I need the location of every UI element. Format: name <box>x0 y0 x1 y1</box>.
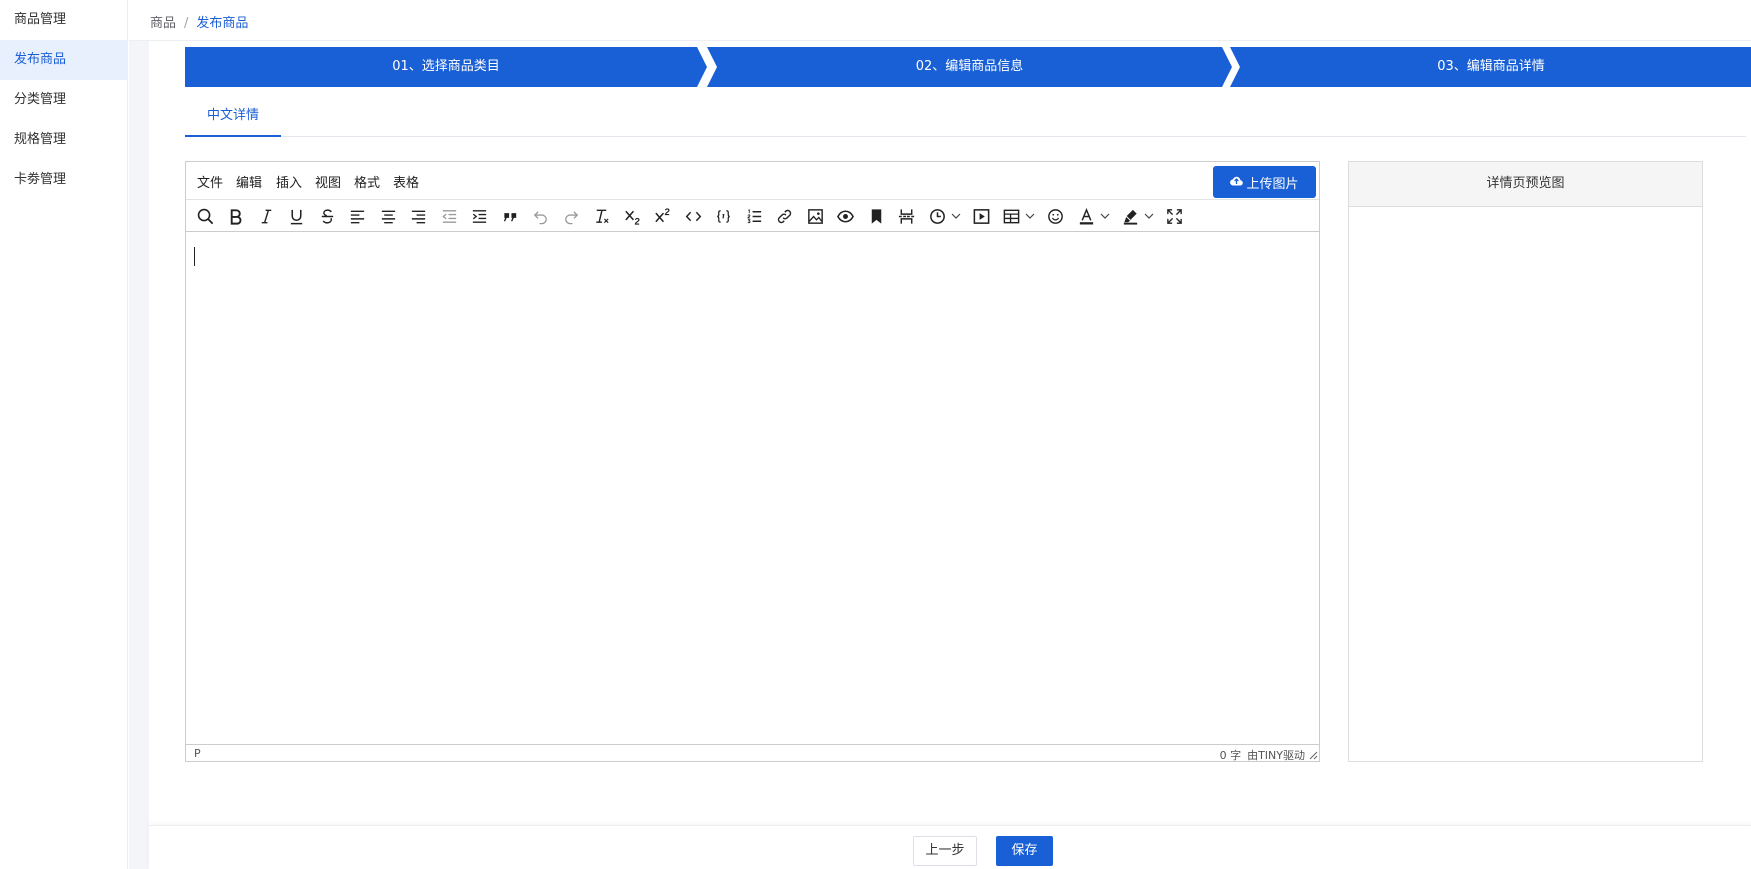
underline-icon[interactable] <box>283 204 309 228</box>
upload-image-button[interactable]: 上传图片 <box>1213 166 1316 198</box>
align-right-icon[interactable] <box>405 204 431 228</box>
chevron-down-icon[interactable] <box>1024 204 1036 228</box>
footer-actions: 上一步 保存 <box>149 825 1751 869</box>
align-left-icon[interactable] <box>344 204 370 228</box>
rich-text-editor: 文件 编辑 插入 视图 格式 表格 上传图片 P 0 字 由TINY驱动 <box>185 161 1320 762</box>
code-sample-icon[interactable] <box>710 204 736 228</box>
breadcrumb-parent[interactable]: 商品 <box>150 16 176 31</box>
link-icon[interactable] <box>771 204 797 228</box>
step-2: 02、编辑商品信息 <box>707 47 1232 87</box>
strikethrough-icon[interactable] <box>314 204 340 228</box>
cloud-upload-icon <box>1230 175 1244 190</box>
editor-content-area[interactable] <box>186 232 1319 735</box>
sidebar-item-coupon-management[interactable]: 卡劵管理 <box>0 160 127 200</box>
resize-handle-icon[interactable] <box>1308 750 1318 760</box>
chevron-down-icon[interactable] <box>1143 204 1155 228</box>
preview-title: 详情页预览图 <box>1349 162 1702 207</box>
sidebar-item-publish-product[interactable]: 发布商品 <box>0 40 127 80</box>
preview-icon[interactable] <box>832 204 858 228</box>
breadcrumb-separator: / <box>184 16 189 31</box>
sidebar: 商品管理 发布商品 分类管理 规格管理 卡劵管理 <box>0 0 128 869</box>
powered-by-link[interactable]: 由TINY驱动 <box>1247 749 1305 762</box>
page-break-icon[interactable] <box>893 204 919 228</box>
sidebar-item-category-management[interactable]: 分类管理 <box>0 80 127 120</box>
blockquote-icon[interactable] <box>497 204 523 228</box>
editor-statusbar: P 0 字由TINY驱动 <box>186 744 1319 762</box>
fullscreen-icon[interactable] <box>1161 204 1187 228</box>
emoticons-icon[interactable] <box>1042 204 1068 228</box>
code-icon[interactable] <box>680 204 706 228</box>
clock-datetime-icon[interactable] <box>924 204 950 228</box>
breadcrumb-current: 发布商品 <box>196 16 249 31</box>
step-1: 01、选择商品类目 <box>185 47 707 87</box>
previous-step-button[interactable]: 上一步 <box>913 836 977 866</box>
image-icon[interactable] <box>802 204 828 228</box>
editor-toolbar <box>186 199 1319 232</box>
menu-edit[interactable]: 编辑 <box>236 172 262 191</box>
remove-format-icon[interactable] <box>588 204 614 228</box>
numbered-list-icon[interactable] <box>741 204 767 228</box>
chevron-down-icon[interactable] <box>950 204 962 228</box>
detail-tabs: 中文详情 <box>185 99 1746 137</box>
step-indicator: 01、选择商品类目 02、编辑商品信息 03、编辑商品详情 <box>185 47 1751 87</box>
redo-icon[interactable] <box>558 204 584 228</box>
indent-icon[interactable] <box>466 204 492 228</box>
menu-file[interactable]: 文件 <box>197 172 223 191</box>
undo-icon[interactable] <box>527 204 553 228</box>
highlight-color-icon[interactable] <box>1117 204 1143 228</box>
detail-preview-panel: 详情页预览图 <box>1348 161 1703 762</box>
text-color-icon[interactable] <box>1073 204 1099 228</box>
step-3: 03、编辑商品详情 <box>1230 47 1751 87</box>
sidebar-item-product-management[interactable]: 商品管理 <box>0 0 127 40</box>
word-count[interactable]: 0 字 <box>1220 749 1242 762</box>
align-center-icon[interactable] <box>375 204 401 228</box>
sidebar-item-spec-management[interactable]: 规格管理 <box>0 120 127 160</box>
superscript-icon[interactable] <box>649 204 675 228</box>
media-icon[interactable] <box>968 204 994 228</box>
anchor-bookmark-icon[interactable] <box>863 204 889 228</box>
search-replace-icon[interactable] <box>192 204 218 228</box>
italic-icon[interactable] <box>253 204 279 228</box>
text-caret <box>194 247 195 266</box>
menu-format[interactable]: 格式 <box>354 172 380 191</box>
menu-view[interactable]: 视图 <box>315 172 341 191</box>
menu-table[interactable]: 表格 <box>393 172 419 191</box>
upload-image-label: 上传图片 <box>1246 176 1299 192</box>
layout-gutter <box>129 0 149 869</box>
tab-chinese-detail[interactable]: 中文详情 <box>185 99 281 137</box>
element-path[interactable]: P <box>194 747 201 760</box>
menu-insert[interactable]: 插入 <box>276 172 302 191</box>
subscript-icon[interactable] <box>619 204 645 228</box>
chevron-down-icon[interactable] <box>1099 204 1111 228</box>
editor-menubar: 文件 编辑 插入 视图 格式 表格 上传图片 <box>186 162 1319 199</box>
save-button[interactable]: 保存 <box>996 836 1053 866</box>
table-icon[interactable] <box>998 204 1024 228</box>
main-content: 01、选择商品类目 02、编辑商品信息 03、编辑商品详情 中文详情 文件 编辑… <box>149 41 1751 869</box>
breadcrumb: 商品 / 发布商品 <box>150 12 248 31</box>
bold-icon[interactable] <box>222 204 248 228</box>
outdent-icon[interactable] <box>436 204 462 228</box>
top-bar: 商品 / 发布商品 <box>129 0 1751 41</box>
